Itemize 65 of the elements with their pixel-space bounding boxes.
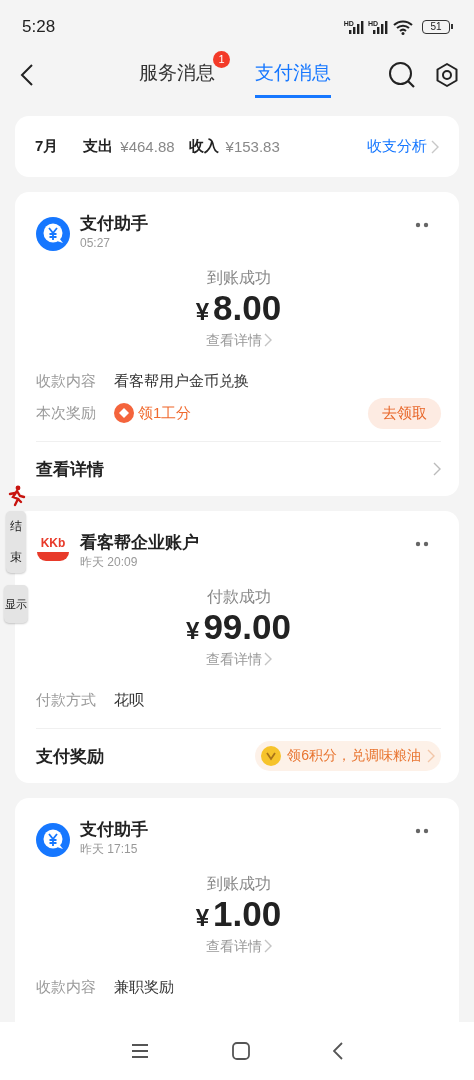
message-time: 昨天 20:09	[80, 554, 139, 570]
income-label: 收入	[188, 137, 219, 156]
menu-icon[interactable]	[131, 1044, 150, 1058]
currency-symbol: ¥	[195, 297, 210, 327]
unread-badge: 1	[213, 51, 230, 68]
field-value: 兼职奖励	[114, 977, 174, 997]
payment-status: 到账成功	[205, 268, 272, 288]
expense-amount: ¥464.88	[120, 138, 175, 155]
show-button[interactable]: 显示	[4, 585, 28, 624]
chevron-icon	[427, 749, 435, 763]
chevron-icon	[263, 939, 272, 953]
sender-name: 支付助手	[80, 819, 149, 841]
details-link[interactable]: 查看详情	[205, 650, 272, 668]
chevron-icon	[263, 333, 272, 347]
analysis-link[interactable]: 收支分析	[367, 137, 439, 156]
clock-time: 5:28	[22, 17, 56, 37]
coin-icon	[261, 746, 282, 766]
field-value: 看客帮用户金币兑换	[114, 371, 249, 391]
details-link[interactable]: 查看详情	[205, 331, 272, 349]
sender-name: 看客帮企业账户	[80, 532, 200, 554]
yuan-icon	[36, 217, 70, 251]
search-icon[interactable]	[388, 61, 416, 89]
field-label: 收款内容	[36, 371, 97, 391]
field-label: 本次奖励	[36, 403, 97, 423]
more-icon[interactable]	[415, 828, 429, 834]
more-icon[interactable]	[415, 222, 429, 228]
payment-amount: 99.00	[203, 608, 291, 646]
back-icon[interactable]	[332, 1042, 343, 1060]
company-logo: KKb	[36, 536, 70, 570]
sender-name: 支付助手	[80, 213, 149, 235]
wifi-icon	[392, 19, 414, 35]
more-icon[interactable]	[415, 541, 429, 547]
message-time: 05:27	[80, 235, 112, 251]
field-label: 付款方式	[36, 690, 97, 710]
month-label: 7月	[35, 137, 59, 156]
reward-offer[interactable]: 领6积分，兑调味粮油	[255, 741, 441, 771]
payment-status: 付款成功	[205, 587, 272, 607]
currency-symbol: ¥	[195, 903, 210, 933]
field-label: 收款内容	[36, 977, 97, 997]
yuan-icon	[36, 823, 70, 857]
chevron-icon	[433, 462, 441, 476]
income-amount: ¥153.83	[225, 138, 280, 155]
claim-button[interactable]: 去领取	[368, 397, 441, 429]
message-time: 昨天 17:15	[80, 841, 139, 857]
stop-button[interactable]: 结束	[6, 511, 26, 574]
chevron-icon	[263, 652, 272, 666]
battery-indicator: 51	[422, 20, 450, 34]
payment-amount: 8.00	[213, 289, 282, 327]
section-title: 支付奖励	[36, 745, 104, 768]
chevron-icon	[431, 139, 439, 154]
details-link[interactable]: 查看详情	[36, 457, 104, 481]
details-link[interactable]: 查看详情	[205, 937, 272, 955]
field-value: 花呗	[114, 690, 144, 710]
reward-text: 领1工分	[138, 403, 192, 423]
back-icon[interactable]	[20, 63, 34, 87]
running-person-icon	[6, 485, 26, 507]
reward-icon	[114, 403, 134, 423]
expense-label: 支出	[83, 137, 114, 156]
tab[interactable]: 支付消息	[255, 52, 331, 98]
payment-status: 到账成功	[205, 874, 272, 894]
home-icon[interactable]	[232, 1042, 250, 1060]
currency-symbol: ¥	[186, 616, 200, 646]
payment-amount: 1.00	[213, 895, 282, 933]
settings-icon[interactable]	[434, 62, 460, 88]
tab[interactable]: 服务消息	[139, 52, 215, 98]
